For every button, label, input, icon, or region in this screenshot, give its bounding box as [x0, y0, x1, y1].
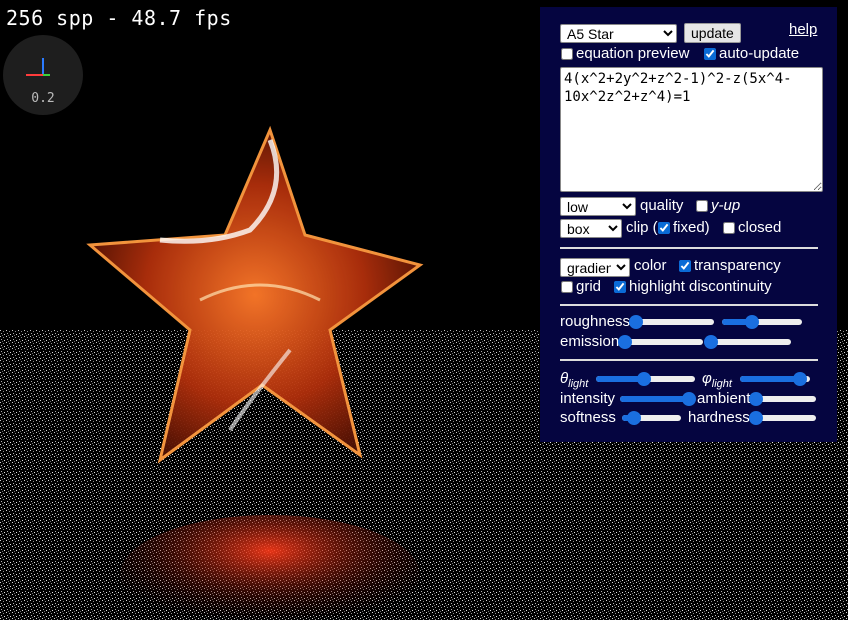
ambient-label: ambient: [697, 390, 751, 407]
slider-track: [711, 339, 791, 345]
slider-track: [625, 339, 703, 345]
phi-light-slider[interactable]: [740, 371, 810, 387]
fixed-label: fixed): [673, 219, 710, 236]
slider-thumb[interactable]: [792, 372, 807, 386]
hardness-slider[interactable]: [749, 410, 816, 426]
softness-slider[interactable]: [622, 410, 681, 426]
closed-checkbox[interactable]: [723, 222, 735, 234]
clip-label: clip (: [626, 219, 658, 236]
slider-thumb[interactable]: [704, 335, 718, 349]
theta-light-label: θlight: [560, 370, 589, 390]
separator: [560, 304, 818, 306]
emission-slider-2[interactable]: [704, 334, 791, 350]
equation-input[interactable]: 4(x^2+2y^2+z^2-1)^2-z(5x^4-10x^2z^2+z^4)…: [560, 67, 823, 192]
clip-select[interactable]: box: [560, 219, 622, 238]
slider-track: [636, 319, 714, 325]
phi-light-label: φlight: [702, 370, 732, 390]
ambient-slider[interactable]: [749, 391, 816, 407]
quality-label: quality: [640, 197, 684, 214]
closed-label: closed: [738, 219, 782, 236]
equation-preview-label: equation preview: [576, 45, 690, 62]
color-label: color: [634, 257, 667, 274]
highlight-discontinuity-checkbox[interactable]: [614, 281, 626, 293]
update-button[interactable]: update: [684, 23, 741, 43]
slider-thumb[interactable]: [745, 315, 760, 329]
equation-preview-checkbox[interactable]: [561, 48, 573, 60]
help-link[interactable]: help: [789, 21, 817, 38]
roughness-label: roughness: [560, 313, 631, 330]
y-up-checkbox[interactable]: [696, 200, 708, 212]
grid-checkbox[interactable]: [561, 281, 573, 293]
auto-update-label: auto-update: [719, 45, 800, 62]
theta-light-slider[interactable]: [596, 371, 695, 387]
quality-select[interactable]: low: [560, 197, 636, 216]
fps-counter: 256 spp - 48.7 fps: [6, 6, 232, 30]
slider-thumb[interactable]: [629, 315, 643, 329]
slider-track: [756, 396, 816, 402]
emission-slider[interactable]: [618, 334, 703, 350]
transparency-checkbox[interactable]: [679, 260, 691, 272]
separator: [560, 247, 818, 249]
axes-scale-label: 0.2: [31, 91, 55, 106]
control-panel: A5 Star update help equation preview aut…: [540, 7, 837, 442]
roughness-slider-2[interactable]: [722, 314, 802, 330]
slider-thumb[interactable]: [626, 411, 641, 425]
slider-thumb[interactable]: [749, 392, 763, 406]
fixed-checkbox[interactable]: [658, 222, 670, 234]
slider-thumb[interactable]: [618, 335, 632, 349]
slider-fill: [740, 376, 800, 382]
grid-label: grid: [576, 278, 602, 295]
roughness-slider[interactable]: [629, 314, 714, 330]
slider-thumb[interactable]: [681, 392, 696, 406]
slider-track: [756, 415, 816, 421]
slider-thumb[interactable]: [636, 372, 651, 386]
hardness-label: hardness: [688, 409, 750, 426]
axes-gizmo[interactable]: 0.2: [3, 35, 83, 115]
softness-label: softness: [560, 409, 616, 426]
highlight-discontinuity-label: highlight discontinuity: [629, 278, 772, 295]
separator: [560, 359, 818, 361]
slider-thumb[interactable]: [749, 411, 763, 425]
emission-label: emission: [560, 333, 620, 350]
auto-update-checkbox[interactable]: [704, 48, 716, 60]
slider-fill: [620, 396, 689, 402]
intensity-label: intensity: [560, 390, 616, 407]
intensity-slider[interactable]: [620, 391, 696, 407]
color-select[interactable]: gradient: [560, 258, 630, 277]
transparency-label: transparency: [694, 257, 781, 274]
preset-select[interactable]: A5 Star: [560, 24, 677, 43]
y-up-label: y-up: [711, 197, 741, 214]
